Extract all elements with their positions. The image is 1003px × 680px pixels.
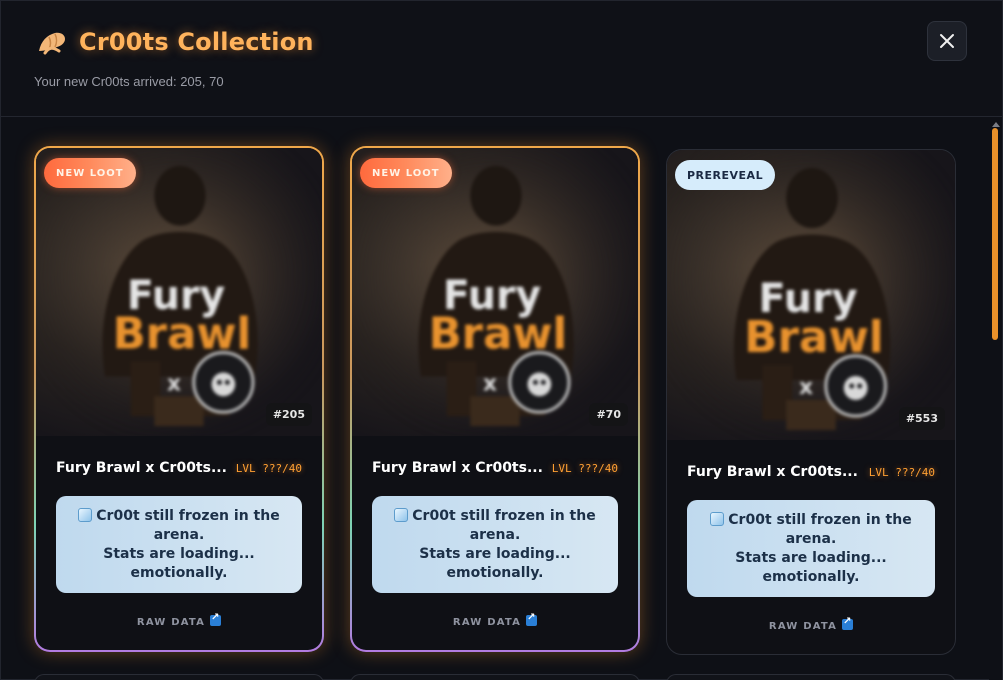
- frozen-status-line: Stats are loading...: [103, 545, 255, 562]
- external-link-icon: [210, 612, 222, 626]
- modal-header: Cr00ts Collection Your new Cr00ts arrive…: [1, 1, 1002, 117]
- raw-data-link[interactable]: RAW DATA: [372, 612, 618, 628]
- external-link-icon: [842, 616, 854, 630]
- scrollbar-thumb[interactable]: [992, 128, 998, 340]
- ice-cube-icon: [394, 507, 409, 522]
- level-label: LVL ???/40: [868, 466, 935, 479]
- raw-data-link[interactable]: RAW DATA: [56, 612, 302, 628]
- next-row-card-edge: [350, 674, 640, 680]
- card-grid: Fury Brawl x NEW LOOT #205 Fury Brawl x …: [1, 118, 989, 680]
- card-body: Fury Brawl x Cr00ts... LVL ???/40 Cr00t …: [667, 464, 955, 632]
- card-body: Fury Brawl x Cr00ts... LVL ???/40 Cr00t …: [352, 460, 638, 628]
- card-name-row: Fury Brawl x Cr00ts... LVL ???/40: [372, 460, 618, 478]
- token-number-badge: #70: [589, 403, 628, 426]
- artwork-image: Fury Brawl x: [667, 150, 955, 440]
- frozen-status-box: Cr00t still frozen in the arena. Stats are…: [56, 496, 302, 593]
- card-artwork: Fury Brawl x PREREVEAL #553: [667, 150, 955, 440]
- croissant-icon: [39, 32, 65, 55]
- frozen-status-text: Cr00t still frozen in the arena. Stats are…: [78, 507, 280, 583]
- external-link-icon: [526, 612, 538, 626]
- artwork-image: Fury Brawl x: [36, 148, 322, 436]
- frozen-status-line: Stats are loading...: [735, 549, 887, 566]
- frozen-status-box: Cr00t still frozen in the arena. Stats are…: [687, 500, 935, 597]
- nft-card[interactable]: Fury Brawl x PREREVEAL #553 Fury Brawl x…: [666, 149, 956, 655]
- page-title: Cr00ts Collection: [79, 28, 314, 56]
- card-badge: NEW LOOT: [360, 158, 452, 188]
- close-icon: [940, 34, 954, 48]
- frozen-status-line: Cr00t still frozen in the: [728, 511, 912, 528]
- next-row-card-edge: [666, 674, 956, 680]
- scrollbar[interactable]: [989, 118, 1002, 680]
- close-button[interactable]: [927, 21, 967, 61]
- frozen-status-line: Cr00t still frozen in the: [412, 507, 596, 524]
- raw-data-label: RAW DATA: [136, 617, 206, 628]
- card-artwork: Fury Brawl x NEW LOOT #70: [352, 148, 638, 436]
- raw-data-label: RAW DATA: [768, 621, 838, 632]
- art-x-text: x: [483, 371, 497, 396]
- frozen-status-line: arena.: [469, 526, 521, 543]
- level-label: LVL ???/40: [235, 462, 302, 475]
- nft-card[interactable]: Fury Brawl x NEW LOOT #205 Fury Brawl x …: [34, 146, 324, 652]
- next-row-card-edge: [34, 674, 324, 680]
- card-name-row: Fury Brawl x Cr00ts... LVL ???/40: [56, 460, 302, 478]
- frozen-status-line: arena.: [785, 530, 837, 547]
- title-row: Cr00ts Collection: [35, 25, 314, 59]
- collection-modal: Cr00ts Collection Your new Cr00ts arrive…: [0, 0, 1003, 680]
- art-x-text: x: [167, 371, 181, 396]
- art-x-text: x: [799, 375, 813, 400]
- frozen-status-box: Cr00t still frozen in the arena. Stats are…: [372, 496, 618, 593]
- frozen-status-line: Stats are loading...: [419, 545, 571, 562]
- card-name-row: Fury Brawl x Cr00ts... LVL ???/40: [687, 464, 935, 482]
- card-body: Fury Brawl x Cr00ts... LVL ???/40 Cr00t …: [36, 460, 322, 628]
- frozen-status-text: Cr00t still frozen in the arena. Stats are…: [394, 507, 596, 583]
- artwork-image: Fury Brawl x: [352, 148, 638, 436]
- token-number-badge: #205: [265, 403, 312, 426]
- raw-data-label: RAW DATA: [452, 617, 522, 628]
- card-name: Fury Brawl x Cr00ts...: [56, 460, 227, 476]
- card-name: Fury Brawl x Cr00ts...: [687, 464, 858, 480]
- frozen-status-line: arena.: [153, 526, 205, 543]
- card-badge: NEW LOOT: [44, 158, 136, 188]
- raw-data-link[interactable]: RAW DATA: [687, 616, 935, 632]
- frozen-status-line: emotionally.: [762, 568, 860, 585]
- card-artwork: Fury Brawl x NEW LOOT #205: [36, 148, 322, 436]
- token-number-badge: #553: [898, 407, 945, 430]
- card-name: Fury Brawl x Cr00ts...: [372, 460, 543, 476]
- frozen-status-line: emotionally.: [446, 564, 544, 581]
- frozen-status-text: Cr00t still frozen in the arena. Stats are…: [710, 511, 912, 587]
- ice-cube-icon: [78, 507, 93, 522]
- ice-cube-icon: [710, 511, 725, 526]
- scroll-up-arrow-icon[interactable]: [992, 122, 1000, 127]
- frozen-status-line: emotionally.: [130, 564, 228, 581]
- arrival-subtitle: Your new Cr00ts arrived: 205, 70: [34, 74, 224, 89]
- card-badge: PREREVEAL: [675, 160, 776, 190]
- level-label: LVL ???/40: [551, 462, 618, 475]
- nft-card[interactable]: Fury Brawl x NEW LOOT #70 Fury Brawl x C…: [350, 146, 640, 652]
- frozen-status-line: Cr00t still frozen in the: [96, 507, 280, 524]
